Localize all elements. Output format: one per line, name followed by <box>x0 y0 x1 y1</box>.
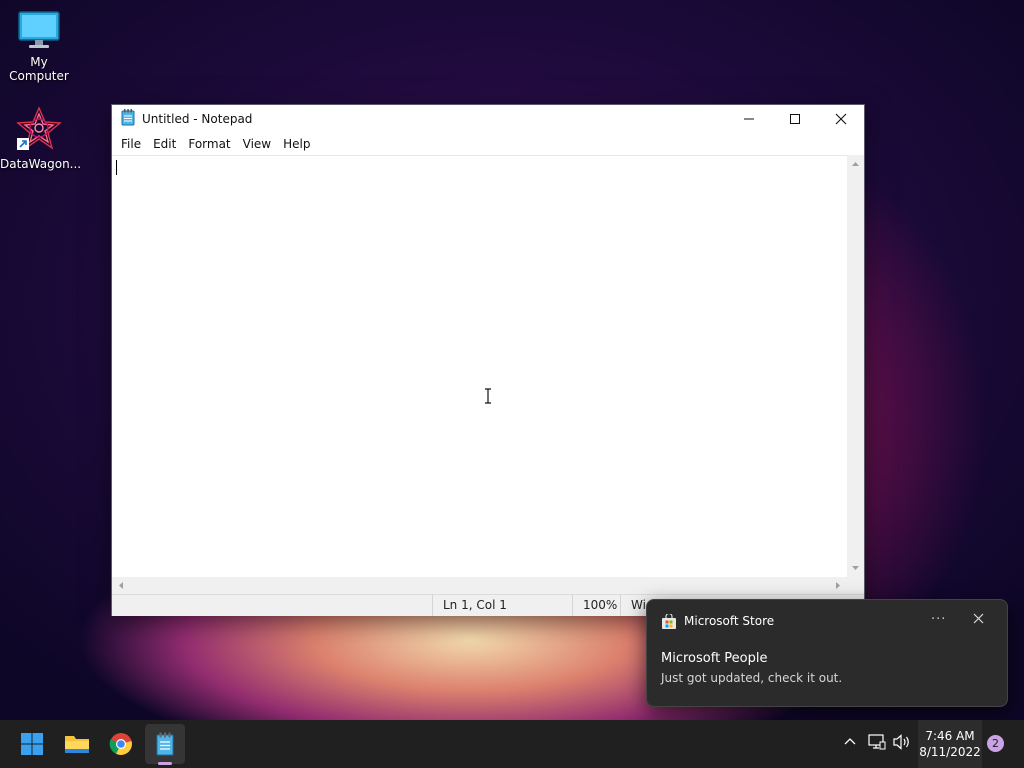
notification-app-name: Microsoft Store <box>684 614 775 628</box>
zoom-level: 100% <box>572 595 623 616</box>
scroll-left-icon[interactable] <box>114 577 128 594</box>
minimize-button[interactable] <box>726 105 772 133</box>
horizontal-scrollbar[interactable] <box>112 577 847 594</box>
notification-toast[interactable]: Microsoft Store ··· Microsoft People Jus… <box>646 599 1008 707</box>
speaker-icon <box>893 734 909 750</box>
cursor-position: Ln 1, Col 1 <box>432 595 573 616</box>
clock-time: 7:46 AM <box>925 729 975 743</box>
notepad-window: Untitled - Notepad File Edit Format View… <box>112 105 864 616</box>
microsoft-store-icon <box>662 614 676 629</box>
network-button[interactable] <box>868 734 886 753</box>
window-title: Untitled - Notepad <box>142 112 253 126</box>
close-icon <box>973 613 984 624</box>
taskbar: 7:46 AM 8/11/2022 <box>0 720 1024 768</box>
menu-edit[interactable]: Edit <box>147 133 182 155</box>
start-icon <box>21 733 43 755</box>
taskbar-file-explorer[interactable] <box>57 724 97 764</box>
start-button[interactable] <box>12 724 52 764</box>
close-button[interactable] <box>818 105 864 133</box>
scrollbar-corner <box>847 577 864 594</box>
desktop-icon-label: DataWagon... <box>0 157 82 171</box>
volume-button[interactable] <box>893 734 911 753</box>
text-caret <box>116 160 117 175</box>
notification-title: Microsoft People <box>661 651 768 666</box>
title-bar[interactable]: Untitled - Notepad <box>112 105 864 133</box>
desktop-icon-my-computer[interactable]: My Computer <box>0 10 78 83</box>
notification-count-badge[interactable]: 2 <box>987 735 1004 752</box>
notification-close-button[interactable] <box>973 613 984 627</box>
scroll-down-icon[interactable] <box>847 561 864 575</box>
datawagon-icon <box>16 106 62 150</box>
desktop-icon-datawagon[interactable]: DataWagon... <box>0 106 82 171</box>
chevron-up-icon <box>844 738 856 745</box>
notepad-icon <box>156 732 174 756</box>
notepad-icon <box>121 109 135 129</box>
menu-format[interactable]: Format <box>182 133 236 155</box>
menu-bar: File Edit Format View Help <box>112 133 864 155</box>
taskbar-notepad[interactable] <box>145 724 185 764</box>
clock-date: 8/11/2022 <box>919 745 981 759</box>
active-app-indicator <box>158 762 172 765</box>
maximize-button[interactable] <box>772 105 818 133</box>
show-hidden-icons-button[interactable] <box>843 734 857 751</box>
vertical-scrollbar[interactable] <box>847 155 864 577</box>
minimize-icon <box>744 118 754 120</box>
network-icon <box>868 734 886 750</box>
desktop-icon-label: My Computer <box>9 55 69 83</box>
notification-more-button[interactable]: ··· <box>931 612 946 627</box>
scroll-right-icon[interactable] <box>831 577 845 594</box>
text-editor-area[interactable] <box>112 155 847 578</box>
scroll-up-icon[interactable] <box>847 157 864 171</box>
chrome-icon <box>109 733 132 755</box>
notification-body: Just got updated, check it out. <box>661 671 843 685</box>
close-icon <box>835 113 847 125</box>
taskbar-chrome[interactable] <box>101 724 141 764</box>
menu-view[interactable]: View <box>237 133 277 155</box>
monitor-icon <box>18 11 60 48</box>
maximize-icon <box>790 114 800 124</box>
menu-file[interactable]: File <box>115 133 147 155</box>
clock-button[interactable]: 7:46 AM 8/11/2022 <box>918 720 982 768</box>
ibeam-cursor-icon <box>484 388 492 407</box>
menu-help[interactable]: Help <box>277 133 316 155</box>
file-explorer-icon <box>65 736 89 753</box>
